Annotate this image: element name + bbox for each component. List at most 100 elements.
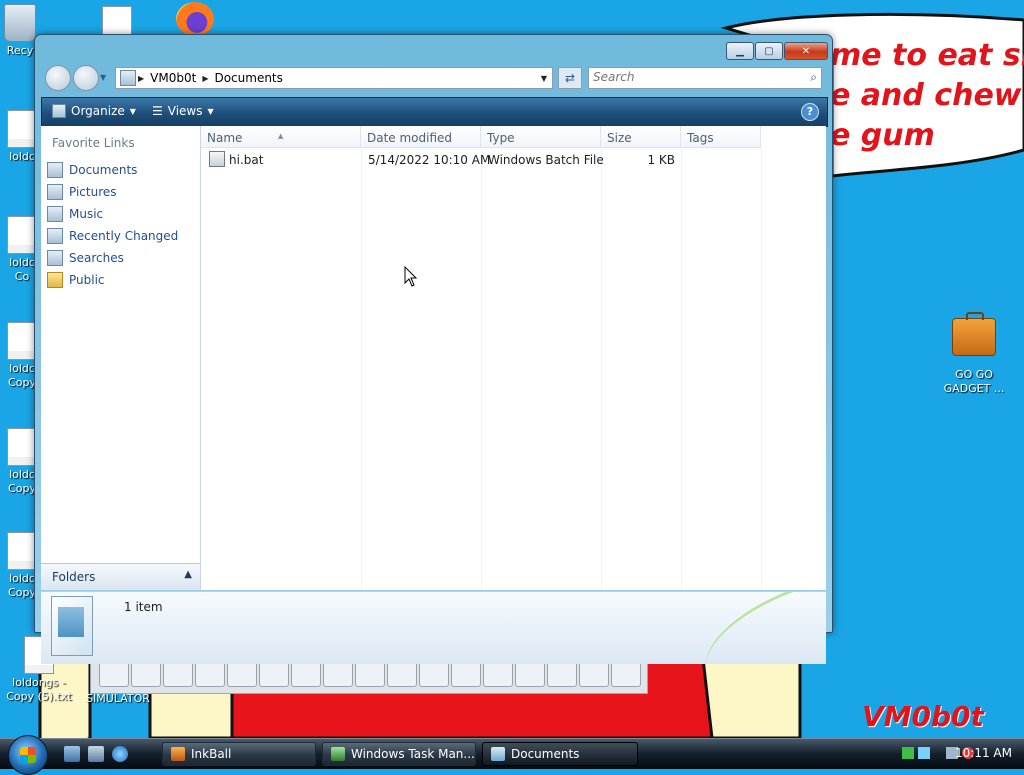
desktop-icon-firefox[interactable] [170, 2, 220, 38]
desktop-icon-label: GO GO GADGET ... [943, 368, 1005, 395]
pictures-icon [47, 184, 63, 200]
close-button[interactable]: ✕ [784, 42, 828, 60]
briefcase-icon [952, 312, 996, 356]
help-icon: ? [806, 105, 814, 118]
item-count: 1 item [124, 600, 163, 614]
tray-sidebar-icon[interactable] [918, 747, 930, 759]
fav-link-label: Public [69, 273, 105, 287]
fav-link-recently-changed[interactable]: Recently Changed [47, 226, 178, 246]
column-divider [681, 148, 682, 590]
maximize-button[interactable]: ▢ [755, 42, 783, 60]
chevron-up-icon: ▲ [184, 569, 192, 580]
desktop-icon-go-go-gadget[interactable]: GO GO GADGET ... [936, 312, 1012, 396]
notification-area: 10:11 AM [874, 739, 1024, 769]
breadcrumb-separator-icon[interactable]: ▶ [200, 74, 210, 83]
fav-link-documents[interactable]: Documents [47, 160, 137, 180]
folders-toggle[interactable]: Folders ▲ [41, 563, 200, 590]
desktop-icon-simulator[interactable]: SIMULATOR [80, 692, 156, 706]
column-header-label: Type [487, 131, 515, 145]
search-box[interactable]: ⌕ [588, 67, 822, 89]
close-icon: ✕ [801, 45, 811, 57]
views-icon: ☰ [152, 104, 163, 118]
details-pane: 1 item [41, 591, 826, 664]
inkball-icon [171, 747, 185, 761]
desktop-icon-label: loldongs - Copy (5).txt [6, 676, 72, 703]
documents-folder-icon [51, 596, 93, 656]
fav-link-label: Music [69, 207, 104, 221]
clock[interactable]: 10:11 AM [955, 746, 1012, 760]
computer-icon [120, 70, 136, 86]
task-manager-icon [331, 747, 345, 761]
help-button[interactable]: ? [801, 103, 819, 121]
column-header-name[interactable]: ▲ Name [201, 126, 361, 148]
refresh-button[interactable]: ⇄ [558, 67, 582, 89]
breadcrumb-vm0b0t[interactable]: VM0b0t [146, 71, 200, 85]
favorite-links-heading: Favorite Links [52, 136, 135, 150]
fav-link-music[interactable]: Music [47, 204, 103, 224]
minimize-button[interactable]: ▁ [726, 42, 754, 60]
folder-icon [47, 272, 63, 288]
file-date: 5/14/2022 10:10 AM [368, 153, 491, 167]
search-input[interactable] [589, 68, 797, 86]
file-list[interactable]: ▲ Name Date modified Type Size Tags hi.b… [201, 126, 826, 590]
views-button[interactable]: ☰ Views ▼ [152, 104, 214, 118]
search-icon[interactable]: ⌕ [810, 70, 817, 85]
recent-pages-dropdown[interactable]: ▼ [100, 73, 106, 82]
show-desktop-icon[interactable] [64, 746, 80, 762]
explorer-window[interactable]: ▁ ▢ ✕ ▼ ▶ VM0b0t ▶ Documents ▼ ⇄ ⌕ Organ… [34, 34, 833, 664]
refresh-icon: ⇄ [564, 71, 576, 85]
organize-label: Organize [71, 104, 125, 118]
chevron-down-icon: ▼ [129, 106, 136, 116]
taskbar: InkBall Windows Task Man... Documents 10… [0, 735, 1024, 775]
column-header-label: Date modified [367, 131, 453, 145]
address-bar[interactable]: ▶ VM0b0t ▶ Documents ▼ [115, 67, 553, 89]
file-name-cell[interactable]: hi.bat [209, 150, 263, 170]
breadcrumb-separator-icon[interactable]: ▶ [136, 74, 146, 83]
fav-link-public[interactable]: Public [47, 270, 105, 290]
folders-label: Folders [52, 570, 96, 584]
file-size: 1 KB [647, 153, 675, 167]
taskbar-item-documents[interactable]: Documents [482, 742, 638, 766]
taskbar-item-inkball[interactable]: InkBall [162, 742, 316, 766]
internet-explorer-icon[interactable] [112, 746, 128, 762]
column-header-type[interactable]: Type [481, 126, 601, 148]
back-button[interactable] [45, 65, 71, 91]
fav-link-searches[interactable]: Searches [47, 248, 124, 268]
fav-link-label: Pictures [69, 185, 117, 199]
fav-link-label: Searches [69, 251, 124, 265]
taskbar-item-label: InkBall [191, 747, 232, 761]
forward-button[interactable] [73, 65, 99, 91]
column-header-label: Tags [687, 131, 714, 145]
text-file-icon [7, 322, 37, 360]
text-file-icon [7, 428, 37, 466]
navigation-bar: ▼ ▶ VM0b0t ▶ Documents ▼ ⇄ ⌕ [43, 65, 824, 91]
fav-link-label: Recently Changed [69, 229, 179, 243]
breadcrumb-documents[interactable]: Documents [210, 71, 286, 85]
address-dropdown-icon[interactable]: ▼ [536, 74, 552, 83]
text-file-icon [7, 216, 37, 254]
switch-windows-icon[interactable] [88, 746, 104, 762]
column-header-label: Size [607, 131, 632, 145]
sort-ascending-icon: ▲ [278, 132, 284, 140]
wallpaper-speech-text: me to eat shit e and chew e gum [830, 38, 1024, 153]
text-file-icon [7, 110, 37, 148]
searches-icon [47, 250, 63, 266]
column-header-date-modified[interactable]: Date modified [361, 126, 481, 148]
start-button[interactable] [8, 735, 48, 775]
taskbar-item-label: Documents [511, 747, 580, 761]
decorative-swirl [690, 592, 822, 664]
taskbar-item-task-manager[interactable]: Windows Task Man... [322, 742, 476, 766]
mouse-cursor-icon [404, 266, 418, 287]
column-divider [481, 148, 482, 590]
organize-button[interactable]: Organize ▼ [52, 104, 136, 118]
recycle-bin-icon [4, 4, 36, 42]
column-header-tags[interactable]: Tags [681, 126, 761, 148]
taskbar-item-label: Windows Task Man... [351, 747, 475, 761]
navigation-pane: Favorite Links Documents Pictures Music … [41, 126, 201, 590]
tray-status-icon[interactable] [902, 747, 914, 759]
fav-link-pictures[interactable]: Pictures [47, 182, 117, 202]
column-divider [361, 148, 362, 590]
music-icon [47, 206, 63, 222]
file-row-hi-bat[interactable]: hi.bat 5/14/2022 10:10 AM Windows Batch … [201, 150, 826, 170]
column-header-size[interactable]: Size [601, 126, 681, 148]
